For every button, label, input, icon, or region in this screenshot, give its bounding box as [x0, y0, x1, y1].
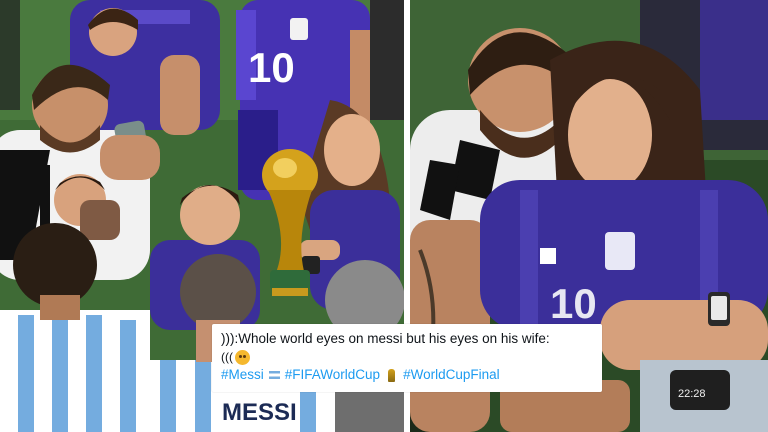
phone: 22:28 — [670, 370, 730, 410]
tweet-emoji-row: ((( — [221, 348, 593, 366]
hashtag-world-cup-final[interactable]: #WorldCupFinal — [403, 366, 500, 384]
right-jersey-number: 10 — [550, 280, 597, 327]
tweet-text: ))):Whole world eyes on messi but his ey… — [221, 331, 550, 346]
tweet-emoji-prefix: ((( — [221, 350, 233, 364]
hashtag-fifa-world-cup[interactable]: #FIFAWorldCup — [285, 366, 380, 384]
tweet-hashtags: #Messi #FIFAWorldCup #WorldCupFinal — [221, 366, 593, 384]
tweet-card: ))):Whole world eyes on messi but his ey… — [212, 324, 602, 392]
argentina-flag-icon — [268, 371, 280, 379]
shirt-name-text: MESSI — [222, 399, 297, 426]
trophy-icon — [388, 368, 396, 382]
emoji-face-icon — [235, 349, 250, 365]
left-jersey-number: 10 — [248, 44, 295, 91]
hashtag-messi[interactable]: #Messi — [221, 366, 264, 384]
watch-time-text: 22:28 — [678, 388, 706, 400]
